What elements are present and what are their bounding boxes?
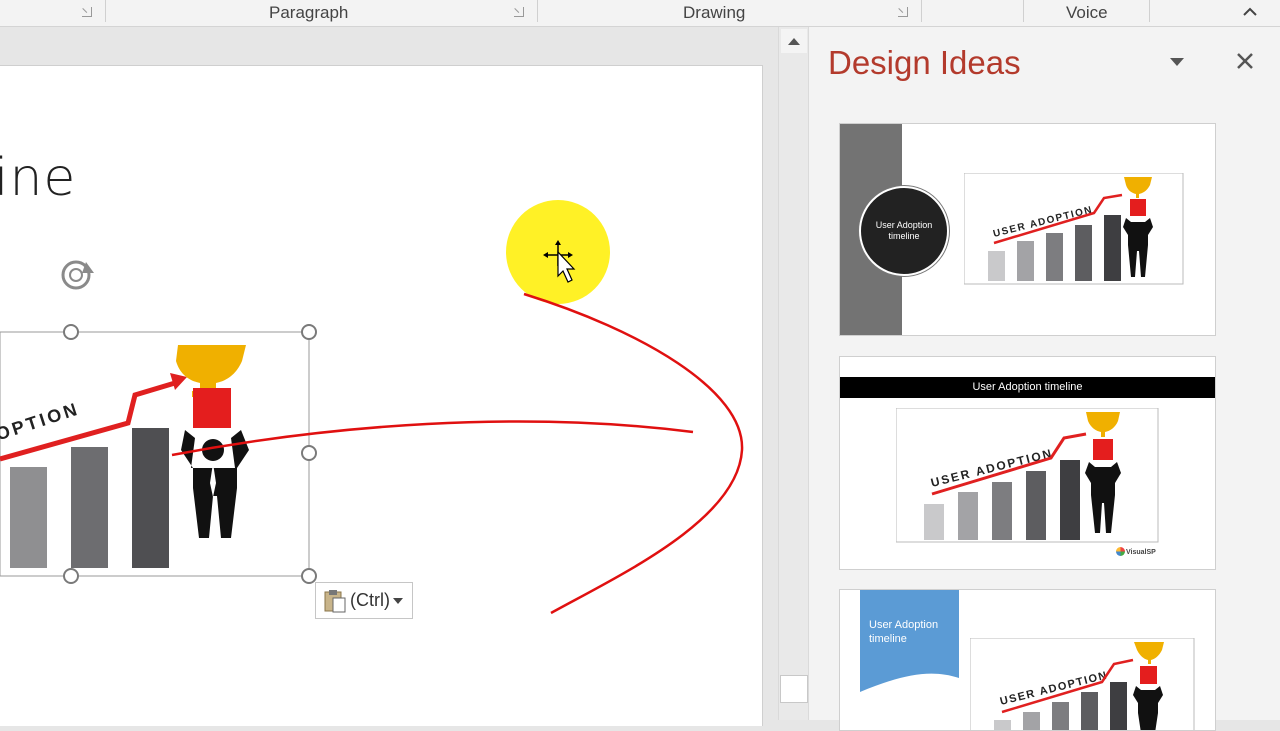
ribbon-divider bbox=[105, 0, 106, 22]
pane-title: Design Ideas bbox=[828, 44, 1021, 81]
idea-bar bbox=[1046, 233, 1063, 281]
idea-bar bbox=[1052, 702, 1069, 730]
idea-title-text: User Adoption timeline bbox=[875, 220, 933, 241]
visualsp-logo-icon bbox=[1116, 547, 1125, 556]
chevron-up-icon[interactable] bbox=[1240, 2, 1260, 22]
paragraph-dialog-launcher-icon[interactable] bbox=[514, 7, 524, 17]
drawing-group-label: Drawing bbox=[683, 3, 746, 22]
design-ideas-pane: Design Ideas User Adoption timeline USER… bbox=[808, 27, 1280, 731]
resize-handle-right[interactable] bbox=[301, 445, 317, 461]
picture-bar bbox=[10, 467, 47, 568]
ribbon-group-labels: Paragraph Drawing Voice bbox=[0, 0, 1280, 27]
picture-bar bbox=[132, 428, 169, 568]
chevron-down-icon[interactable] bbox=[1167, 55, 1187, 69]
ribbon-divider bbox=[1023, 0, 1024, 22]
idea-bar bbox=[924, 504, 944, 540]
idea-bar bbox=[1075, 225, 1092, 281]
rotate-icon[interactable] bbox=[61, 260, 94, 290]
resize-handle-bottom-right[interactable] bbox=[301, 568, 317, 584]
idea-bar bbox=[1110, 682, 1127, 730]
idea-picture: USER ADOPTION bbox=[896, 408, 1159, 543]
ribbon-divider bbox=[537, 0, 538, 22]
idea-bar bbox=[1017, 241, 1034, 281]
idea-bar bbox=[958, 492, 978, 540]
idea-bar bbox=[992, 482, 1012, 540]
design-idea-thumbnail[interactable]: User Adoption timeline USER ADOPTION bbox=[839, 123, 1216, 336]
selected-picture[interactable]: OPTION bbox=[0, 255, 330, 590]
idea-trophy-base bbox=[1140, 666, 1157, 684]
vertical-scrollbar[interactable] bbox=[778, 27, 809, 720]
resize-handle-top-right[interactable] bbox=[301, 324, 317, 340]
slide-title[interactable]: ine bbox=[0, 148, 76, 208]
idea-trophy-base bbox=[1130, 199, 1146, 216]
design-idea-thumbnail[interactable]: User Adoption timeline USER ADOPTION bbox=[839, 589, 1216, 731]
picture-bar bbox=[71, 447, 108, 568]
trophy-base bbox=[193, 388, 231, 428]
idea-title-bar: User Adoption timeline bbox=[840, 377, 1215, 398]
design-idea-thumbnail[interactable]: User Adoption timeline USER ADOPTION Vis… bbox=[839, 356, 1216, 570]
idea-trophy-base bbox=[1093, 439, 1113, 460]
scroll-thumb[interactable] bbox=[780, 675, 808, 703]
idea-bar bbox=[988, 251, 1005, 281]
idea-picture: USER ADOPTION bbox=[970, 638, 1195, 730]
idea-bar bbox=[1026, 471, 1046, 540]
close-icon[interactable] bbox=[1233, 49, 1257, 73]
scroll-up-icon[interactable] bbox=[781, 29, 807, 53]
resize-handle-bottom[interactable] bbox=[63, 568, 79, 584]
idea-logo-text: VisualSP bbox=[1126, 549, 1156, 556]
idea-bar bbox=[994, 720, 1011, 730]
idea-title-circle: User Adoption timeline bbox=[859, 186, 949, 276]
paste-options-label: (Ctrl) bbox=[350, 590, 390, 610]
idea-title-text: User Adoption timeline bbox=[869, 619, 939, 645]
paste-options-button[interactable]: (Ctrl) bbox=[315, 582, 413, 619]
voice-group-label: Voice bbox=[1066, 3, 1108, 22]
ribbon-divider bbox=[921, 0, 922, 22]
ribbon-divider bbox=[1149, 0, 1150, 22]
font-dialog-launcher-icon[interactable] bbox=[82, 7, 92, 17]
idea-bar bbox=[1104, 215, 1121, 281]
chevron-down-icon bbox=[392, 597, 403, 604]
drawing-dialog-launcher-icon[interactable] bbox=[898, 7, 908, 17]
idea-bar bbox=[1060, 460, 1080, 540]
idea-picture: USER ADOPTION bbox=[964, 173, 1184, 285]
idea-bar bbox=[1081, 692, 1098, 730]
clipboard-icon bbox=[324, 589, 346, 612]
idea-bar bbox=[1023, 712, 1040, 730]
paragraph-group-label: Paragraph bbox=[269, 3, 349, 22]
resize-handle-top[interactable] bbox=[63, 324, 79, 340]
